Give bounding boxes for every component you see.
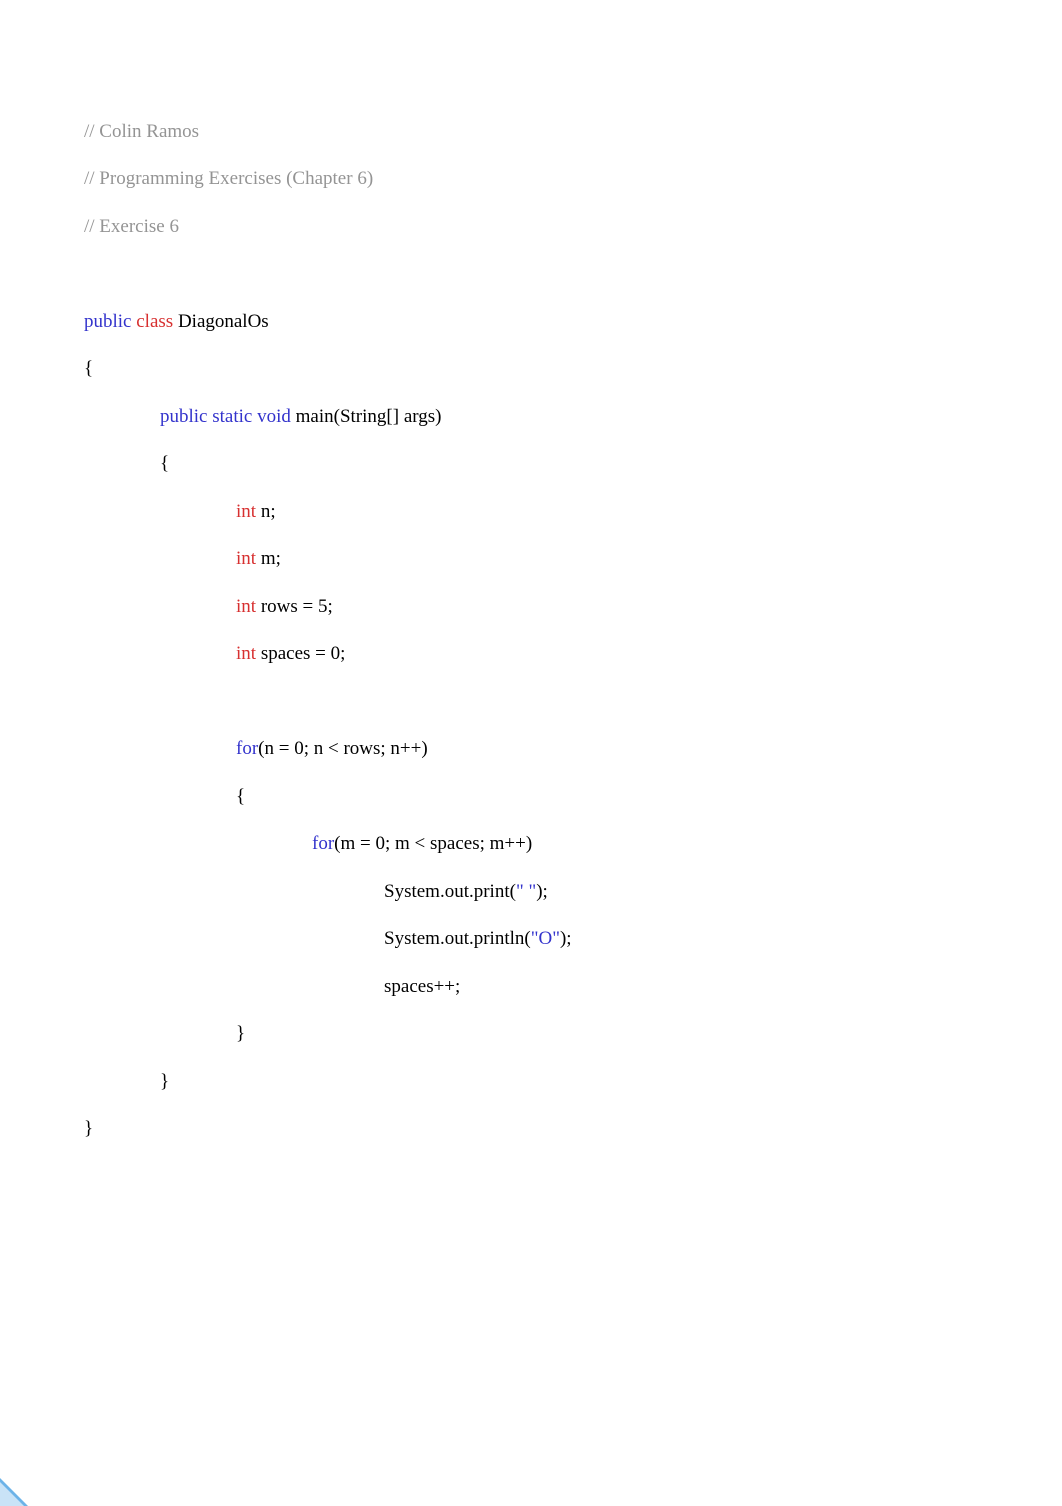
comment-chapter: // Programming Exercises (Chapter 6) [84, 167, 1062, 191]
for-outer-cond: (n = 0; n < rows; n++) [258, 738, 428, 759]
var-m: m; [261, 548, 281, 569]
string-space: " " [516, 881, 536, 902]
decl-rows: int rows = 5; [84, 595, 1062, 619]
page-corner-fold [0, 1478, 28, 1506]
class-declaration: public class DiagonalOs [84, 310, 1062, 334]
println-call: System.out.println( [384, 928, 531, 949]
println-end: ); [560, 928, 572, 949]
main-signature: main(String[] args) [296, 406, 442, 427]
var-n: n; [261, 501, 276, 522]
keyword-void: void [257, 406, 291, 427]
class-name: DiagonalOs [178, 311, 269, 332]
brace-open: { [84, 452, 1062, 476]
keyword-for: for [312, 833, 334, 854]
brace-open: { [84, 785, 1062, 809]
brace-open: { [84, 357, 1062, 381]
code-document: // Colin Ramos // Programming Exercises … [84, 72, 1062, 1188]
comment-exercise: // Exercise 6 [84, 215, 1062, 239]
decl-m: int m; [84, 547, 1062, 571]
var-spaces: spaces = 0; [261, 643, 346, 664]
brace-close: } [84, 1070, 1062, 1094]
for-inner-cond: (m = 0; m < spaces; m++) [334, 833, 532, 854]
keyword-class: class [136, 311, 173, 332]
stmt-print: System.out.print(" "); [84, 880, 1062, 904]
keyword-public: public [160, 406, 208, 427]
main-declaration: public static void main(String[] args) [84, 405, 1062, 429]
keyword-int: int [236, 548, 256, 569]
for-outer: for(n = 0; n < rows; n++) [84, 737, 1062, 761]
brace-close: } [84, 1117, 1062, 1141]
stmt-println: System.out.println("O"); [84, 927, 1062, 951]
print-call: System.out.print( [384, 881, 516, 902]
keyword-public: public [84, 311, 132, 332]
comment-author: // Colin Ramos [84, 120, 1062, 144]
keyword-static: static [212, 406, 252, 427]
decl-spaces: int spaces = 0; [84, 642, 1062, 666]
keyword-int: int [236, 643, 256, 664]
decl-n: int n; [84, 500, 1062, 524]
print-end: ); [536, 881, 548, 902]
var-rows: rows = 5; [261, 596, 333, 617]
brace-close: } [84, 1022, 1062, 1046]
keyword-for: for [236, 738, 258, 759]
for-inner: for(m = 0; m < spaces; m++) [84, 832, 1062, 856]
blank-line [84, 690, 1062, 714]
stmt-inc: spaces++; [84, 975, 1062, 999]
keyword-int: int [236, 501, 256, 522]
blank-line [84, 262, 1062, 286]
keyword-int: int [236, 596, 256, 617]
string-o: "O" [531, 928, 560, 949]
